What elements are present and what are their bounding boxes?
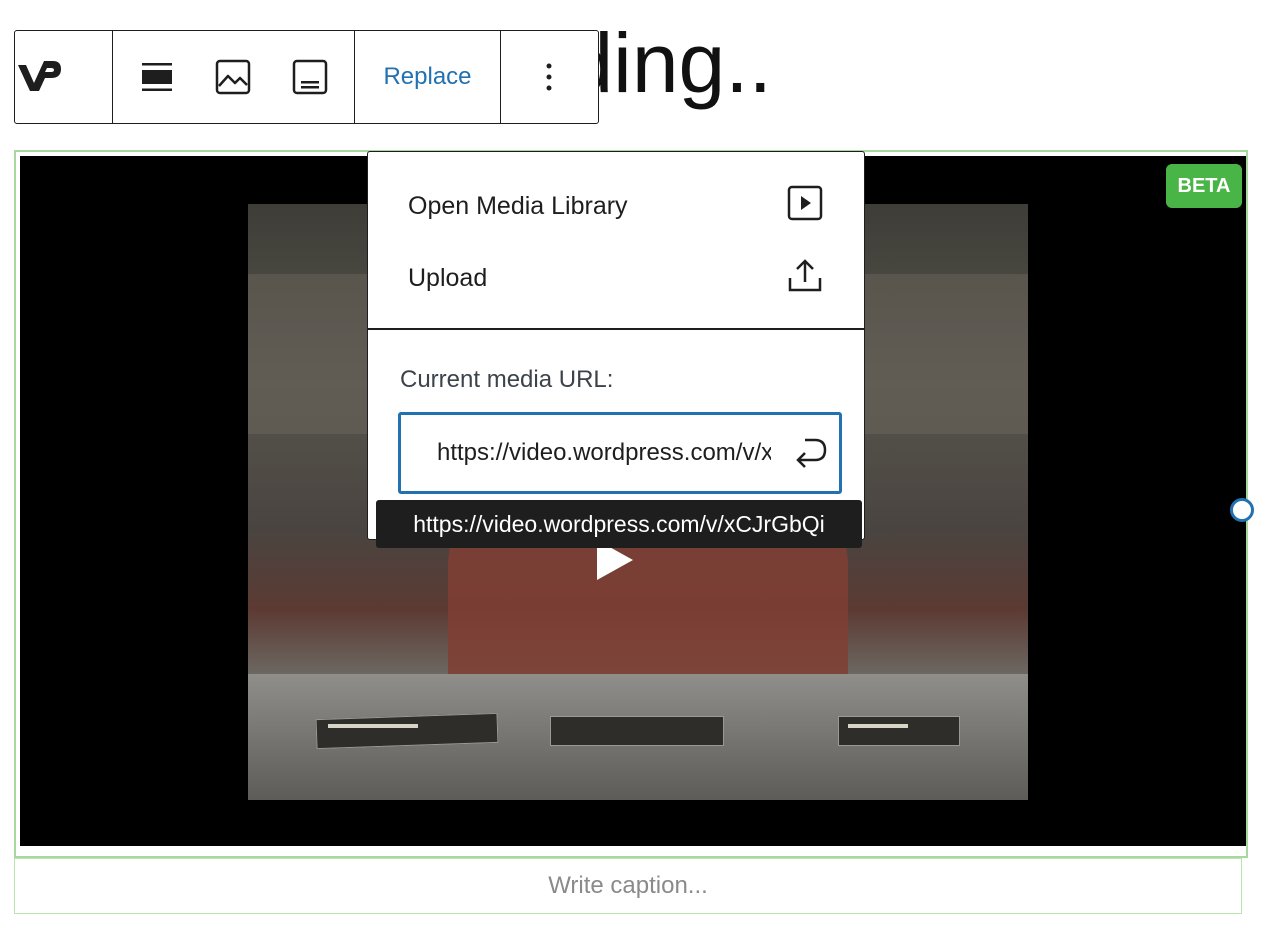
open-media-library-label: Open Media Library [408, 191, 628, 220]
align-wide-icon[interactable] [121, 31, 193, 123]
block-type-group [15, 31, 113, 123]
more-options-group [501, 31, 597, 123]
scene-panel-left [315, 712, 499, 750]
upload-icon [786, 256, 824, 301]
scene-panel-right [838, 716, 960, 746]
replace-group: Replace [355, 31, 501, 123]
videopress-logo-icon[interactable] [15, 31, 63, 123]
more-vertical-icon[interactable] [501, 31, 597, 123]
replace-button[interactable]: Replace [355, 31, 500, 123]
open-media-library-item[interactable]: Open Media Library [368, 176, 864, 236]
block-toolbar: Replace [14, 30, 599, 124]
url-input-wrapper [398, 412, 842, 494]
beta-badge: BETA [1166, 164, 1242, 208]
menu-divider [368, 328, 864, 330]
image-icon[interactable] [197, 31, 269, 123]
media-library-icon [786, 184, 824, 229]
replace-dropdown: Open Media Library Upload Current media … [367, 151, 865, 540]
upload-item[interactable]: Upload [368, 248, 864, 308]
block-controls-group [113, 31, 355, 123]
scene-panel-center [550, 716, 724, 746]
scene-light [328, 724, 418, 728]
current-url-label: Current media URL: [400, 366, 614, 393]
url-tooltip: https://video.wordpress.com/v/xCJrGbQi [376, 500, 862, 548]
resize-handle[interactable] [1230, 498, 1254, 522]
enter-icon[interactable] [787, 430, 833, 476]
caption-input[interactable]: Write caption... [14, 858, 1242, 914]
scene-light [848, 724, 908, 728]
caption-icon[interactable] [274, 31, 346, 123]
upload-label: Upload [408, 263, 488, 292]
media-url-input[interactable] [435, 438, 773, 468]
